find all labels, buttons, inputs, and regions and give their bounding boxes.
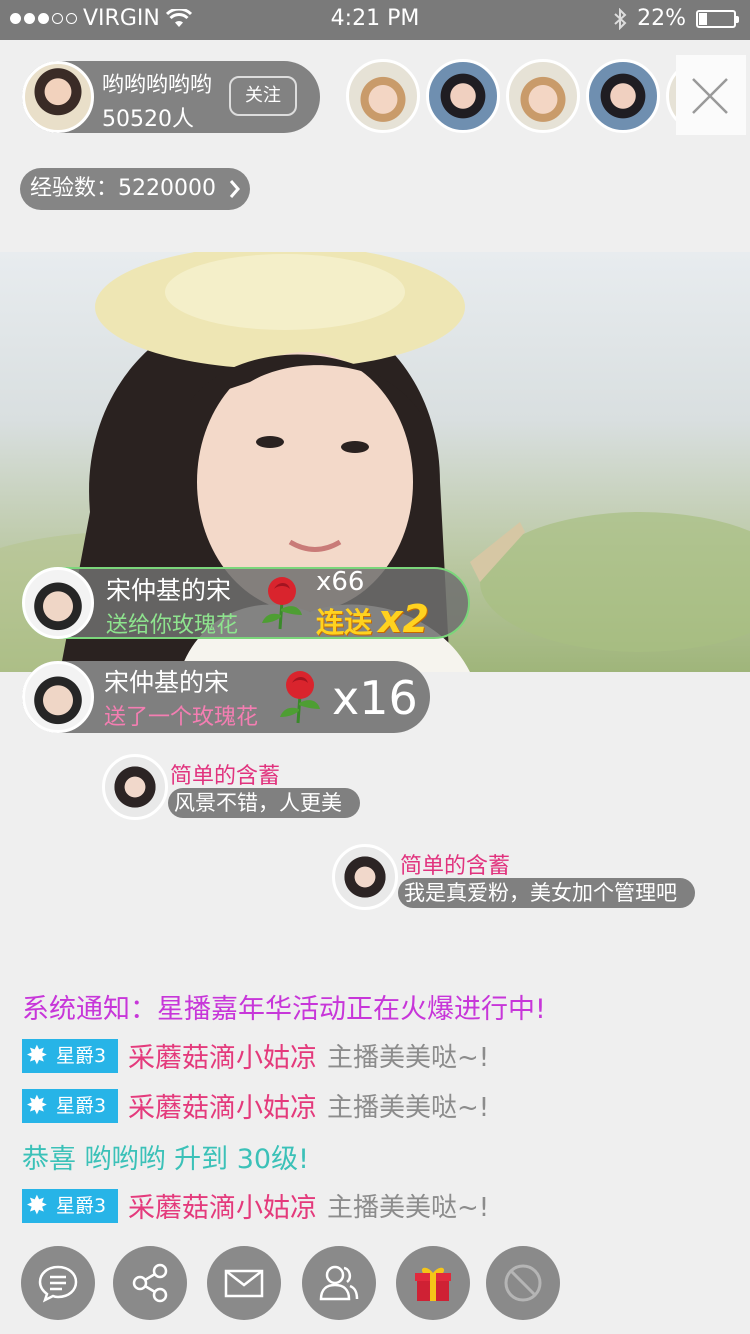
gift-count: x16	[332, 671, 418, 725]
congrats-notice: 恭喜 哟哟哟 升到 30级!	[22, 1144, 309, 1175]
chevron-right-icon	[229, 180, 240, 198]
gift-sender-avatar[interactable]	[22, 661, 94, 733]
rose-icon	[262, 577, 302, 630]
viewer-avatar[interactable]	[586, 59, 660, 133]
experience-label: 经验数：5220000	[30, 176, 216, 201]
gift-action: 送了一个玫瑰花	[104, 705, 259, 730]
gift-notification: 宋仲基的宋 送了一个玫瑰花 x16	[22, 661, 430, 733]
message-button[interactable]	[207, 1246, 281, 1320]
battery-percent: 22%	[637, 6, 686, 31]
close-button[interactable]	[676, 55, 746, 135]
feed-line: ✸ 星爵3 采蘑菇滴小姑凉 主播美美哒~!	[22, 1086, 489, 1125]
feed-text: 主播美美哒~!	[327, 1193, 490, 1223]
viewer-avatar[interactable]	[666, 59, 676, 133]
mail-icon	[224, 1269, 264, 1298]
host-card[interactable]: 哟哟哟哟哟 50520人 关注	[22, 61, 320, 133]
level-badge: ✸ 星爵3	[22, 1038, 118, 1073]
feed-username[interactable]: 采蘑菇滴小姑凉	[128, 1043, 317, 1074]
gift-action: 送给你玫瑰花	[106, 613, 239, 638]
gift-count: x66	[316, 567, 365, 597]
gift-sender-avatar[interactable]	[22, 567, 94, 639]
chat-text: 风景不错，人更美	[168, 788, 360, 818]
feed-username[interactable]: 采蘑菇滴小姑凉	[128, 1193, 317, 1224]
feed-line: ✸ 星爵3 采蘑菇滴小姑凉 主播美美哒~!	[22, 1186, 489, 1225]
share-button[interactable]	[113, 1246, 187, 1320]
star-icon: ✸	[26, 1040, 48, 1071]
chat-icon	[38, 1265, 78, 1303]
level-badge: ✸ 星爵3	[22, 1088, 118, 1123]
viewer-avatar[interactable]	[426, 59, 500, 133]
host-name: 哟哟哟哟哟	[102, 73, 213, 98]
gift-icon	[415, 1267, 451, 1301]
star-icon: ✸	[26, 1090, 48, 1121]
status-bar: VIRGIN 4:21 PM 22%	[0, 0, 750, 40]
close-icon	[692, 78, 728, 114]
chat-username: 简单的含蓄	[400, 854, 511, 879]
feed-line: ✸ 星爵3 采蘑菇滴小姑凉 主播美美哒~!	[22, 1036, 489, 1075]
chat-avatar[interactable]	[332, 844, 398, 910]
share-icon	[132, 1263, 168, 1303]
combo-label: 连送 x2	[316, 597, 429, 641]
chat-username: 简单的含蓄	[170, 764, 281, 789]
system-notice: 系统通知：星播嘉年华活动正在火爆进行中!	[22, 994, 546, 1025]
feed-username[interactable]: 采蘑菇滴小姑凉	[128, 1093, 317, 1124]
follow-button[interactable]: 关注	[229, 76, 297, 116]
feed-text: 主播美美哒~!	[327, 1043, 490, 1073]
bluetooth-icon	[614, 7, 627, 30]
viewer-avatar[interactable]	[506, 59, 580, 133]
chat-text: 我是真爱粉，美女加个管理吧	[398, 878, 695, 908]
gift-sender-name: 宋仲基的宋	[106, 576, 232, 605]
gift-sender-name: 宋仲基的宋	[104, 668, 230, 697]
battery-icon	[696, 9, 739, 28]
level-badge: ✸ 星爵3	[22, 1188, 118, 1223]
gift-notification: 宋仲基的宋 送给你玫瑰花 x66 连送 x2	[22, 567, 470, 641]
viewer-avatar[interactable]	[346, 59, 420, 133]
chat-button[interactable]	[21, 1246, 95, 1320]
rose-icon	[280, 671, 320, 724]
block-icon	[504, 1264, 542, 1302]
viewer-list	[346, 59, 676, 133]
audience-button[interactable]	[302, 1246, 376, 1320]
users-icon	[319, 1265, 359, 1301]
host-avatar[interactable]	[22, 61, 94, 133]
audience-count: 50520人	[102, 107, 194, 132]
feed-text: 主播美美哒~!	[327, 1093, 490, 1123]
experience-badge[interactable]: 经验数：5220000	[20, 168, 250, 210]
star-icon: ✸	[26, 1190, 48, 1221]
block-button[interactable]	[486, 1246, 560, 1320]
gift-button[interactable]	[396, 1246, 470, 1320]
chat-avatar[interactable]	[102, 754, 168, 820]
